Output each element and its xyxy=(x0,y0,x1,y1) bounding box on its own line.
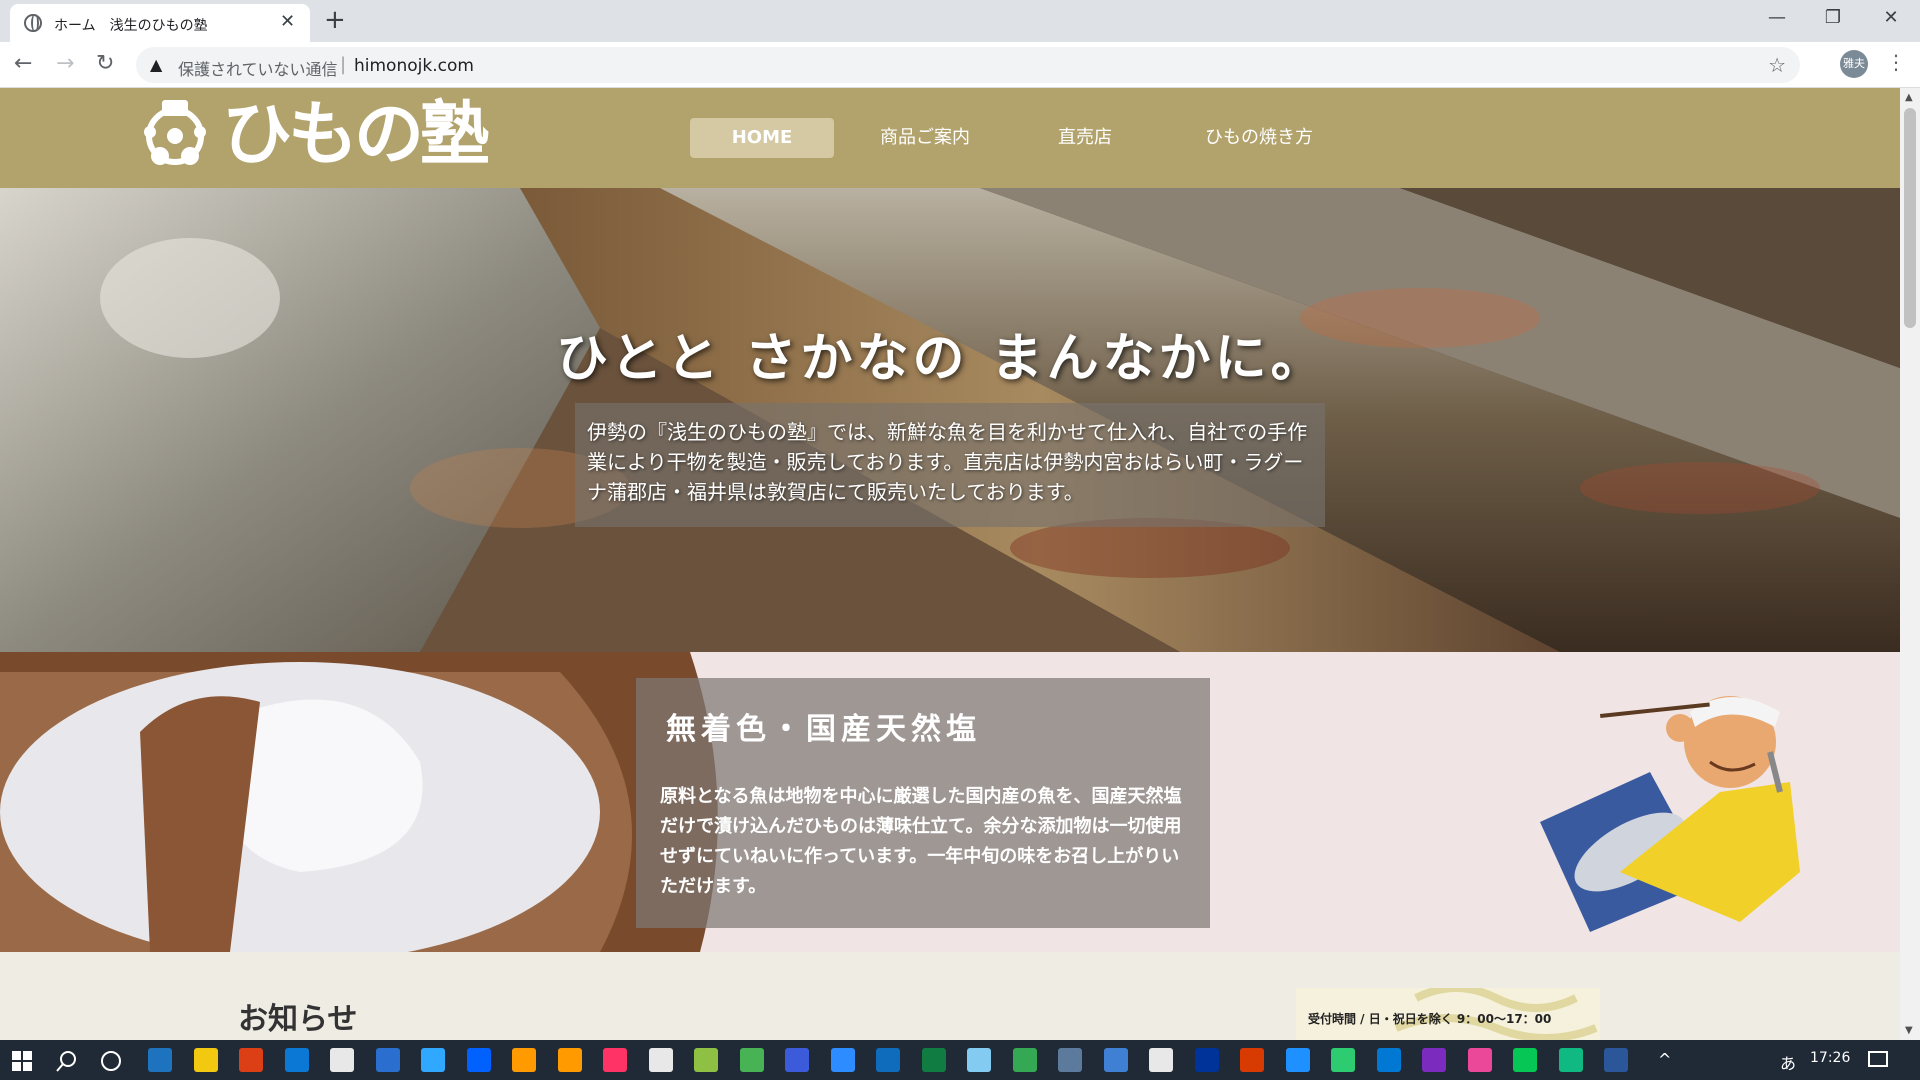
taskbar-app-icon[interactable] xyxy=(1012,1048,1037,1072)
browser-toolbar: ← → ↻ ▲ 保護されていない通信 | himonojk.com ☆ 雅夫 ⋮ xyxy=(0,42,1920,88)
taskbar-app-icon[interactable] xyxy=(739,1048,764,1072)
taskbar-app-icon[interactable] xyxy=(1513,1048,1537,1072)
scrollbar-thumb[interactable] xyxy=(1904,108,1916,328)
browser-tab-bar: ホーム 浅生のひもの塾 ✕ + — ❐ ✕ xyxy=(0,0,1920,42)
taskbar-app-icon[interactable] xyxy=(239,1048,263,1072)
taskbar-app-icon[interactable] xyxy=(1558,1048,1583,1072)
taskbar-app-icon[interactable] xyxy=(876,1048,900,1072)
hero-intro-text: 伊勢の『浅生のひもの塾』では、新鮮な魚を目を利かせて仕入れ、自社での手作業により… xyxy=(587,420,1308,504)
taskbar-app-icon[interactable] xyxy=(284,1048,309,1072)
taskbar-app-icon[interactable] xyxy=(375,1048,400,1072)
security-status[interactable]: 保護されていない通信 xyxy=(178,56,338,80)
reload-icon[interactable]: ↻ xyxy=(96,51,114,77)
taskbar-app-icon[interactable] xyxy=(967,1048,991,1072)
taskbar-app-icon[interactable] xyxy=(830,1048,855,1072)
bookmark-star-icon[interactable]: ☆ xyxy=(1768,53,1786,77)
taskbar-app-icon[interactable] xyxy=(1103,1048,1128,1072)
taskbar-app-icon[interactable] xyxy=(648,1048,673,1072)
search-icon[interactable] xyxy=(56,1050,78,1072)
windows-start-icon[interactable] xyxy=(12,1051,32,1071)
tray-overflow-icon[interactable]: ^ xyxy=(1658,1050,1671,1069)
site-header: ひもの塾 HOME 商品ご案内 直売店 ひもの焼き方 xyxy=(0,88,1900,188)
forward-icon[interactable]: → xyxy=(56,51,74,77)
window-restore-button[interactable]: ❐ xyxy=(1810,6,1856,30)
browser-tab[interactable]: ホーム 浅生のひもの塾 ✕ xyxy=(10,4,310,42)
page-scrollbar[interactable]: ▲ ▼ xyxy=(1900,88,1920,1040)
tab-close-icon[interactable]: ✕ xyxy=(280,12,295,32)
hours-text: 受付時間 / 日・祝日を除く 9：00～17：00 xyxy=(1308,1012,1552,1026)
address-bar[interactable]: ▲ 保護されていない通信 | himonojk.com ☆ xyxy=(136,47,1800,83)
hours-card: 受付時間 / 日・祝日を除く 9：00～17：00 xyxy=(1296,988,1600,1040)
feature-title: 無着色・国産天然塩 xyxy=(666,712,981,747)
scroll-down-arrow-icon[interactable]: ▼ xyxy=(1905,1025,1913,1036)
scroll-up-arrow-icon[interactable]: ▲ xyxy=(1905,92,1913,103)
logo-crest-icon[interactable] xyxy=(140,96,210,172)
ime-indicator[interactable]: あ xyxy=(1780,1050,1796,1074)
profile-avatar[interactable]: 雅夫 xyxy=(1840,50,1868,78)
taskbar-app-icon[interactable] xyxy=(1422,1048,1446,1072)
taskbar-app-icon[interactable] xyxy=(1376,1048,1401,1072)
warning-icon[interactable]: ▲ xyxy=(150,55,162,74)
taskbar-app-icon[interactable] xyxy=(921,1048,946,1072)
nav-grilling-guide[interactable]: ひもの焼き方 xyxy=(1184,118,1334,158)
taskbar-app-icon[interactable] xyxy=(557,1048,582,1072)
address-separator: | xyxy=(340,54,347,75)
taskbar-app-icon[interactable] xyxy=(1194,1048,1219,1072)
feature-body: 原料となる魚は地物を中心に厳選した国内産の魚を、国産天然塩だけで漬け込んだひもの… xyxy=(660,786,1182,897)
back-icon[interactable]: ← xyxy=(14,51,32,77)
taskbar-app-icon[interactable] xyxy=(603,1048,627,1072)
feature-section: 無着色・国産天然塩 原料となる魚は地物を中心に厳選した国内産の魚を、国産天然塩だ… xyxy=(0,652,1900,952)
window-close-button[interactable]: ✕ xyxy=(1868,6,1914,30)
hero-intro-box: 伊勢の『浅生のひもの塾』では、新鮮な魚を目を利かせて仕入れ、自社での手作業により… xyxy=(575,403,1325,527)
taskbar-app-icon[interactable] xyxy=(330,1048,354,1072)
taskbar-app-icon[interactable] xyxy=(1331,1048,1355,1072)
taskbar-app-icon[interactable] xyxy=(1058,1048,1082,1072)
taskbar-app-icon[interactable] xyxy=(193,1048,218,1072)
taskbar-app-icon[interactable] xyxy=(148,1048,172,1072)
taskbar-app-icon[interactable] xyxy=(1604,1048,1628,1072)
site-logo-text[interactable]: ひもの塾 xyxy=(222,94,490,174)
taskbar-app-icon[interactable] xyxy=(1285,1048,1310,1072)
taskbar-clock[interactable]: 17:26 xyxy=(1810,1050,1850,1066)
taskbar-app-icon[interactable] xyxy=(1149,1048,1173,1072)
page-viewport: ひもの塾 HOME 商品ご案内 直売店 ひもの焼き方 ひとと さかなの まんなか… xyxy=(0,88,1900,1040)
taskbar-app-icon[interactable] xyxy=(466,1048,491,1072)
news-heading: お知らせ xyxy=(238,1002,358,1037)
feature-box: 無着色・国産天然塩 原料となる魚は地物を中心に厳選した国内産の魚を、国産天然塩だ… xyxy=(636,678,1210,928)
taskbar-app-icon[interactable] xyxy=(421,1048,445,1072)
tab-title: ホーム 浅生のひもの塾 xyxy=(54,18,208,34)
task-view-icon[interactable] xyxy=(100,1050,122,1072)
hero-tagline: ひとと さかなの まんなかに。 xyxy=(556,328,1327,389)
taskbar-app-icon[interactable] xyxy=(785,1048,809,1072)
fishmonger-illustration xyxy=(1540,696,1800,932)
window-minimize-button[interactable]: — xyxy=(1754,6,1800,30)
hero-section: ひとと さかなの まんなかに。 伊勢の『浅生のひもの塾』では、新鮮な魚を目を利か… xyxy=(0,188,1900,652)
new-tab-button[interactable]: + xyxy=(324,6,346,34)
notification-icon[interactable] xyxy=(1868,1050,1888,1070)
nav-home[interactable]: HOME xyxy=(690,118,834,158)
nav-stores[interactable]: 直売店 xyxy=(1030,118,1140,158)
nav-products[interactable]: 商品ご案内 xyxy=(860,118,990,158)
salt-bowl-image xyxy=(0,652,740,952)
taskbar-app-icon[interactable] xyxy=(694,1048,718,1072)
taskbar-app-icon[interactable] xyxy=(1240,1048,1264,1072)
windows-taskbar: ^ あ 17:26 xyxy=(0,1040,1920,1080)
taskbar-app-icon[interactable] xyxy=(1467,1048,1492,1072)
url-text[interactable]: himonojk.com xyxy=(354,56,474,76)
taskbar-app-icon[interactable] xyxy=(512,1048,536,1072)
browser-menu-icon[interactable]: ⋮ xyxy=(1886,50,1906,74)
globe-icon xyxy=(24,14,42,32)
